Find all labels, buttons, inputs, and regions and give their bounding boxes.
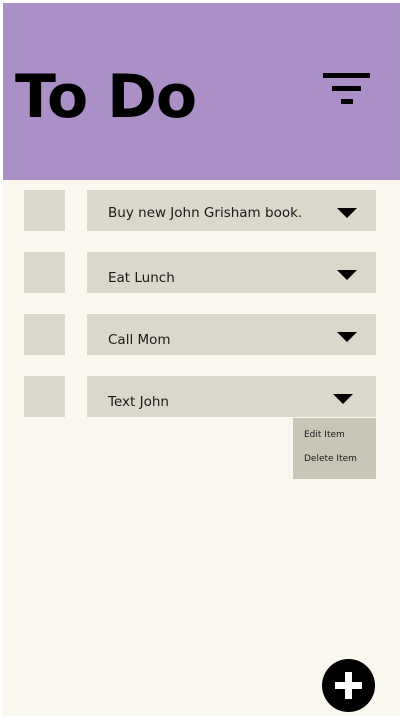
todo-item-label: Buy new John Grisham book. (108, 205, 303, 221)
chevron-down-icon[interactable] (337, 270, 357, 280)
todo-item-bar[interactable]: Call Mom (87, 314, 376, 355)
add-item-button[interactable] (322, 659, 375, 712)
edit-item-option[interactable]: Edit Item (304, 430, 345, 440)
item-context-menu: Edit Item Delete Item (293, 418, 376, 479)
chevron-down-icon[interactable] (333, 394, 353, 404)
page-title: To Do (15, 62, 197, 132)
todo-item-label: Eat Lunch (108, 270, 175, 286)
todo-checkbox[interactable] (24, 252, 65, 293)
filter-icon (323, 73, 370, 104)
todo-checkbox[interactable] (24, 376, 65, 417)
delete-item-option[interactable]: Delete Item (304, 454, 357, 464)
todo-row: Eat Lunch (3, 252, 400, 294)
todo-row: Buy new John Grisham book. (3, 190, 400, 232)
todo-row: Text John (3, 376, 400, 418)
todo-checkbox[interactable] (24, 190, 65, 231)
todo-item-label: Text John (108, 394, 169, 410)
app-header: To Do (3, 3, 400, 180)
todo-item-bar[interactable]: Eat Lunch (87, 252, 376, 293)
todo-row: Call Mom (3, 314, 400, 356)
chevron-down-icon[interactable] (337, 208, 357, 218)
todo-item-bar[interactable]: Buy new John Grisham book. (87, 190, 376, 231)
todo-app: To Do Buy new John Grisham book. Eat Lun… (3, 3, 400, 716)
todo-item-label: Call Mom (108, 332, 171, 348)
todo-item-bar[interactable]: Text John (87, 376, 376, 417)
chevron-down-icon[interactable] (337, 332, 357, 342)
todo-checkbox[interactable] (24, 314, 65, 355)
filter-button[interactable] (314, 67, 370, 111)
